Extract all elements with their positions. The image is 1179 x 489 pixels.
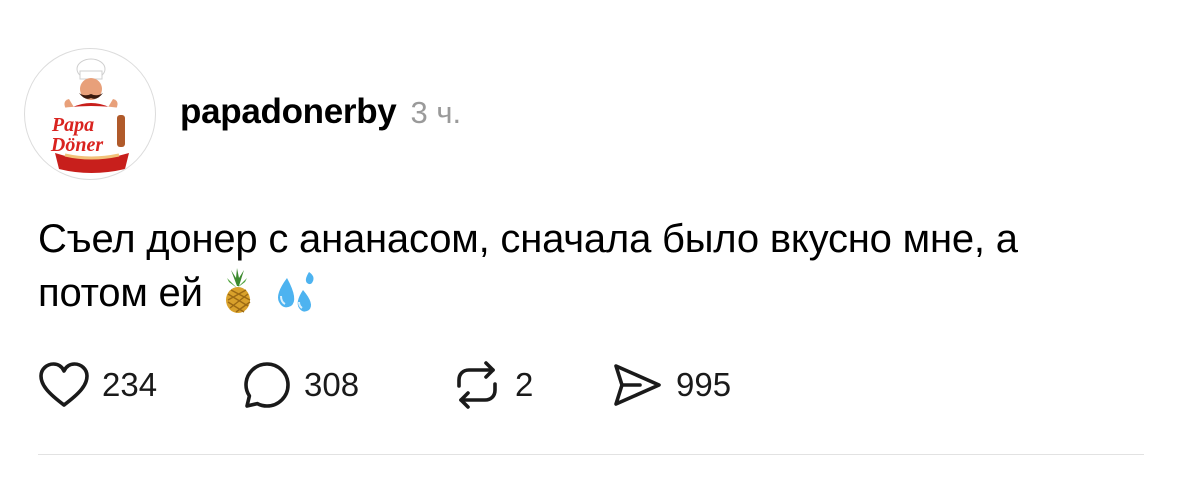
repost-button[interactable]: 2	[451, 360, 533, 410]
comment-count: 308	[304, 366, 360, 403]
post-text: Съел донер с ананасом, сначала было вкус…	[38, 217, 1018, 315]
post-body: Съел донер с ананасом, сначала было вкус…	[38, 212, 1138, 328]
repost-icon	[457, 361, 497, 409]
post-actions: 234 308 2 995	[38, 360, 798, 410]
heart-icon	[39, 362, 89, 407]
username-link[interactable]: papadonerby	[180, 92, 397, 132]
share-count: 995	[676, 366, 732, 403]
svg-text:Papa: Papa	[51, 114, 94, 136]
comment-bubble-icon	[244, 362, 290, 408]
comment-button[interactable]: 308	[242, 360, 359, 410]
avatar[interactable]: Papa Döner	[24, 48, 156, 180]
like-count: 234	[102, 366, 158, 403]
like-button[interactable]: 234	[38, 360, 157, 410]
papa-doner-logo-icon: Papa Döner	[45, 58, 137, 173]
pineapple-emoji-icon	[217, 268, 257, 328]
divider	[38, 454, 1144, 455]
sweat-droplets-emoji-icon	[271, 270, 317, 328]
repost-count: 2	[515, 366, 534, 403]
send-icon	[614, 364, 661, 406]
share-button[interactable]: 995	[610, 360, 731, 410]
post-timestamp: 3 ч.	[410, 95, 462, 130]
post-header: papadonerby 3 ч.	[180, 92, 461, 136]
svg-text:Döner: Döner	[50, 134, 103, 156]
